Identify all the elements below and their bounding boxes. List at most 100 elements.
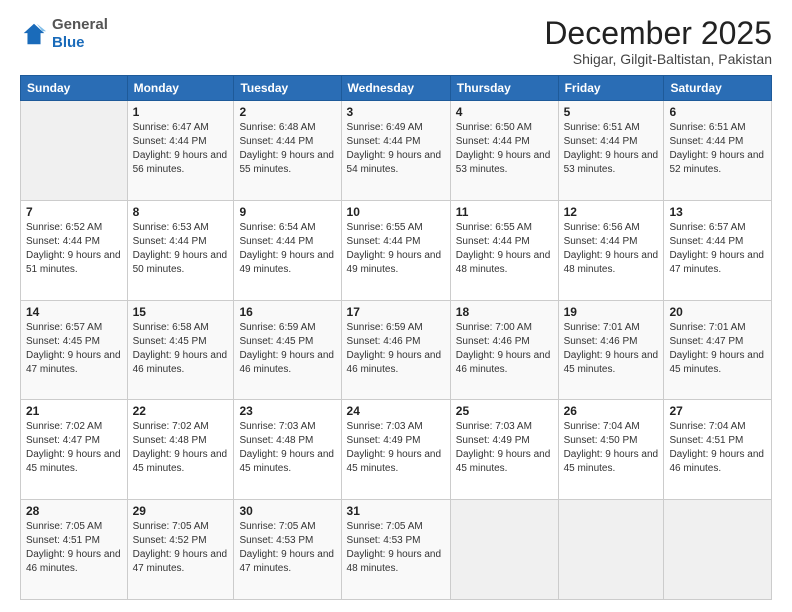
day-cell-4-4	[450, 500, 558, 600]
day-info: Sunrise: 7:00 AMSunset: 4:46 PMDaylight:…	[456, 321, 553, 377]
day-cell-4-3: 31Sunrise: 7:05 AMSunset: 4:53 PMDayligh…	[341, 500, 450, 600]
day-info: Sunrise: 7:05 AMSunset: 4:52 PMDaylight:…	[133, 520, 229, 576]
day-info: Sunrise: 6:51 AMSunset: 4:44 PMDaylight:…	[669, 121, 766, 177]
day-info: Sunrise: 7:02 AMSunset: 4:47 PMDaylight:…	[26, 420, 122, 476]
day-number: 27	[669, 404, 766, 418]
logo-icon	[20, 20, 48, 48]
day-info: Sunrise: 6:52 AMSunset: 4:44 PMDaylight:…	[26, 221, 122, 277]
day-cell-2-4: 18Sunrise: 7:00 AMSunset: 4:46 PMDayligh…	[450, 300, 558, 400]
day-number: 7	[26, 205, 122, 219]
day-cell-1-0: 7 Sunrise: 6:52 AMSunset: 4:44 PMDaylight…	[21, 200, 128, 300]
day-cell-4-0: 28Sunrise: 7:05 AMSunset: 4:51 PMDayligh…	[21, 500, 128, 600]
day-info: Sunrise: 7:01 AMSunset: 4:46 PMDaylight:…	[564, 321, 659, 377]
day-number: 26	[564, 404, 659, 418]
day-cell-1-1: 8Sunrise: 6:53 AMSunset: 4:44 PMDaylight…	[127, 200, 234, 300]
day-info: Sunrise: 6:59 AMSunset: 4:46 PMDaylight:…	[347, 321, 445, 377]
day-number: 5	[564, 105, 659, 119]
day-cell-4-5	[558, 500, 664, 600]
calendar-header-row: Sunday Monday Tuesday Wednesday Thursday…	[21, 76, 772, 101]
day-info: Sunrise: 6:59 AMSunset: 4:45 PMDaylight:…	[239, 321, 335, 377]
day-info: Sunrise: 6:50 AMSunset: 4:44 PMDaylight:…	[456, 121, 553, 177]
logo-text: General Blue	[52, 16, 108, 52]
day-info: Sunrise: 6:56 AMSunset: 4:44 PMDaylight:…	[564, 221, 659, 277]
day-cell-1-6: 13Sunrise: 6:57 AMSunset: 4:44 PMDayligh…	[664, 200, 772, 300]
col-saturday: Saturday	[664, 76, 772, 101]
day-info: Sunrise: 6:55 AMSunset: 4:44 PMDaylight:…	[456, 221, 553, 277]
day-cell-2-5: 19Sunrise: 7:01 AMSunset: 4:46 PMDayligh…	[558, 300, 664, 400]
day-info: Sunrise: 6:58 AMSunset: 4:45 PMDaylight:…	[133, 321, 229, 377]
week-row-1: 1Sunrise: 6:47 AMSunset: 4:44 PMDaylight…	[21, 101, 772, 201]
col-sunday: Sunday	[21, 76, 128, 101]
day-cell-0-6: 6Sunrise: 6:51 AMSunset: 4:44 PMDaylight…	[664, 101, 772, 201]
day-number: 29	[133, 504, 229, 518]
week-row-2: 7 Sunrise: 6:52 AMSunset: 4:44 PMDaylight…	[21, 200, 772, 300]
day-cell-0-4: 4 Sunrise: 6:50 AMSunset: 4:44 PMDaylight…	[450, 101, 558, 201]
week-row-5: 28Sunrise: 7:05 AMSunset: 4:51 PMDayligh…	[21, 500, 772, 600]
day-number: 31	[347, 504, 445, 518]
day-info: Sunrise: 6:47 AMSunset: 4:44 PMDaylight:…	[133, 121, 229, 177]
day-cell-0-1: 1Sunrise: 6:47 AMSunset: 4:44 PMDaylight…	[127, 101, 234, 201]
col-friday: Friday	[558, 76, 664, 101]
day-number: 2	[239, 105, 335, 119]
day-number: 14	[26, 305, 122, 319]
day-info: Sunrise: 6:53 AMSunset: 4:44 PMDaylight:…	[133, 221, 229, 277]
day-cell-1-5: 12 Sunrise: 6:56 AMSunset: 4:44 PMDayligh…	[558, 200, 664, 300]
day-number: 28	[26, 504, 122, 518]
logo-blue: Blue	[52, 34, 85, 51]
day-info: Sunrise: 7:04 AMSunset: 4:51 PMDaylight:…	[669, 420, 766, 476]
day-number: 12	[564, 205, 659, 219]
day-cell-4-1: 29 Sunrise: 7:05 AMSunset: 4:52 PMDayligh…	[127, 500, 234, 600]
day-number: 4	[456, 105, 553, 119]
day-cell-0-5: 5 Sunrise: 6:51 AMSunset: 4:44 PMDaylight…	[558, 101, 664, 201]
day-cell-0-2: 2 Sunrise: 6:48 AMSunset: 4:44 PMDaylight…	[234, 101, 341, 201]
col-monday: Monday	[127, 76, 234, 101]
day-cell-3-4: 25 Sunrise: 7:03 AMSunset: 4:49 PMDayligh…	[450, 400, 558, 500]
col-tuesday: Tuesday	[234, 76, 341, 101]
week-row-3: 14 Sunrise: 6:57 AMSunset: 4:45 PMDayligh…	[21, 300, 772, 400]
day-cell-4-2: 30Sunrise: 7:05 AMSunset: 4:53 PMDayligh…	[234, 500, 341, 600]
day-number: 23	[239, 404, 335, 418]
header: General Blue December 2025 Shigar, Gilgi…	[20, 16, 772, 67]
day-info: Sunrise: 6:57 AMSunset: 4:45 PMDaylight:…	[26, 321, 122, 377]
day-number: 10	[347, 205, 445, 219]
day-cell-2-2: 16 Sunrise: 6:59 AMSunset: 4:45 PMDayligh…	[234, 300, 341, 400]
day-number: 13	[669, 205, 766, 219]
day-number: 25	[456, 404, 553, 418]
day-cell-1-2: 9Sunrise: 6:54 AMSunset: 4:44 PMDaylight…	[234, 200, 341, 300]
day-cell-4-6	[664, 500, 772, 600]
day-number: 3	[347, 105, 445, 119]
month-title: December 2025	[544, 16, 772, 51]
day-info: Sunrise: 6:48 AMSunset: 4:44 PMDaylight:…	[239, 121, 335, 177]
day-cell-0-0	[21, 101, 128, 201]
day-number: 15	[133, 305, 229, 319]
day-info: Sunrise: 6:51 AMSunset: 4:44 PMDaylight:…	[564, 121, 659, 177]
col-wednesday: Wednesday	[341, 76, 450, 101]
day-cell-2-6: 20Sunrise: 7:01 AMSunset: 4:47 PMDayligh…	[664, 300, 772, 400]
calendar-table: Sunday Monday Tuesday Wednesday Thursday…	[20, 75, 772, 600]
day-number: 24	[347, 404, 445, 418]
day-cell-3-0: 21Sunrise: 7:02 AMSunset: 4:47 PMDayligh…	[21, 400, 128, 500]
day-info: Sunrise: 7:01 AMSunset: 4:47 PMDaylight:…	[669, 321, 766, 377]
day-number: 9	[239, 205, 335, 219]
day-number: 30	[239, 504, 335, 518]
logo: General Blue	[20, 16, 108, 52]
day-cell-1-3: 10 Sunrise: 6:55 AMSunset: 4:44 PMDayligh…	[341, 200, 450, 300]
page: General Blue December 2025 Shigar, Gilgi…	[0, 0, 792, 612]
day-cell-3-1: 22Sunrise: 7:02 AMSunset: 4:48 PMDayligh…	[127, 400, 234, 500]
col-thursday: Thursday	[450, 76, 558, 101]
day-cell-2-3: 17 Sunrise: 6:59 AMSunset: 4:46 PMDayligh…	[341, 300, 450, 400]
day-number: 17	[347, 305, 445, 319]
day-info: Sunrise: 7:03 AMSunset: 4:49 PMDaylight:…	[456, 420, 553, 476]
day-info: Sunrise: 6:55 AMSunset: 4:44 PMDaylight:…	[347, 221, 445, 277]
day-cell-3-3: 24Sunrise: 7:03 AMSunset: 4:49 PMDayligh…	[341, 400, 450, 500]
day-number: 11	[456, 205, 553, 219]
week-row-4: 21Sunrise: 7:02 AMSunset: 4:47 PMDayligh…	[21, 400, 772, 500]
day-info: Sunrise: 7:03 AMSunset: 4:48 PMDaylight:…	[239, 420, 335, 476]
day-number: 16	[239, 305, 335, 319]
subtitle: Shigar, Gilgit-Baltistan, Pakistan	[544, 51, 772, 67]
day-cell-3-2: 23 Sunrise: 7:03 AMSunset: 4:48 PMDayligh…	[234, 400, 341, 500]
day-info: Sunrise: 7:04 AMSunset: 4:50 PMDaylight:…	[564, 420, 659, 476]
day-cell-2-0: 14 Sunrise: 6:57 AMSunset: 4:45 PMDayligh…	[21, 300, 128, 400]
day-cell-1-4: 11 Sunrise: 6:55 AMSunset: 4:44 PMDayligh…	[450, 200, 558, 300]
day-info: Sunrise: 7:02 AMSunset: 4:48 PMDaylight:…	[133, 420, 229, 476]
